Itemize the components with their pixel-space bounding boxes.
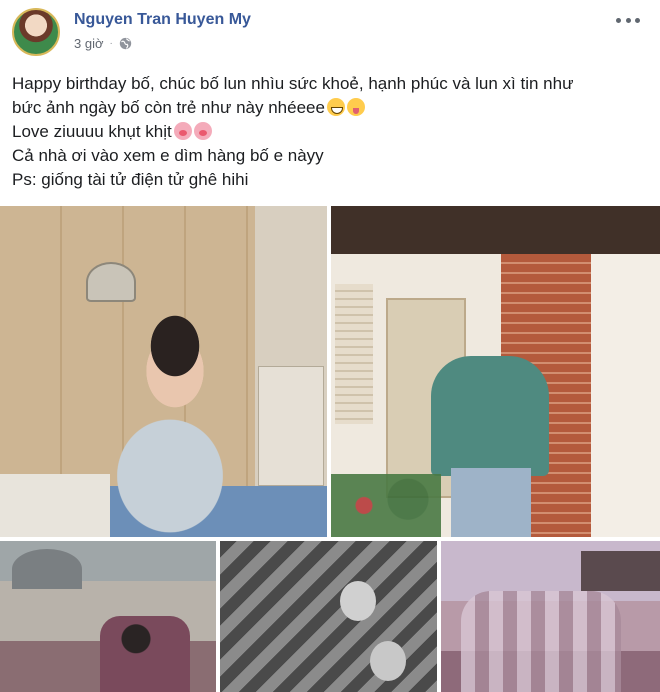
post-header: Nguyen Tran Huyen My 3 giờ · — [12, 8, 648, 56]
face-shape — [340, 581, 376, 621]
post-line-3: Love ziuuuu khụt khịt — [12, 120, 648, 144]
face-shape — [370, 641, 406, 681]
roof-shape — [581, 551, 660, 591]
shutter-shape — [335, 284, 373, 424]
post-timestamp[interactable]: 3 giờ — [74, 36, 104, 51]
people-shape — [100, 616, 190, 692]
grinning-face-emoji — [326, 98, 345, 116]
dome-shape — [12, 549, 82, 589]
globe-icon[interactable] — [119, 37, 132, 50]
plant-shape — [331, 474, 441, 537]
photo-crowd[interactable] — [441, 541, 660, 692]
post-line-5: Ps: giống tài tử điện tử ghê hihi — [12, 170, 249, 189]
crowd-shape — [461, 591, 621, 692]
post-line-1: Happy birthday bố, chúc bố lun nhìu sức … — [12, 74, 574, 93]
post-line-4: Cả nhà ơi vào xem e dìm hàng bố e nàyy — [12, 146, 324, 165]
post-line-2: bức ảnh ngày bố còn trẻ như này nhéeee — [12, 96, 648, 120]
man-jeans-shape — [451, 468, 531, 537]
author-avatar[interactable] — [12, 8, 60, 56]
photo-standing-young-man[interactable] — [331, 206, 660, 537]
photo-office-young-man[interactable] — [0, 206, 327, 537]
author-name[interactable]: Nguyen Tran Huyen My — [74, 11, 251, 29]
pig-nose-emoji — [193, 122, 212, 140]
photo-black-white[interactable] — [220, 541, 437, 692]
photo-grid — [0, 206, 660, 692]
squinting-tongue-emoji — [346, 98, 365, 116]
pillar-shape — [591, 254, 660, 537]
lamp-shape — [86, 262, 136, 302]
desk-shape — [0, 474, 110, 537]
photo-city-group[interactable] — [0, 541, 216, 692]
post-meta: 3 giờ · — [74, 36, 132, 51]
post-message: Happy birthday bố, chúc bố lun nhìu sức … — [12, 72, 648, 192]
man-shirt-shape — [431, 356, 549, 476]
pig-nose-emoji — [173, 122, 192, 140]
key-board-shape — [258, 366, 324, 486]
more-options-icon[interactable] — [616, 12, 640, 28]
separator-dot: · — [109, 38, 113, 49]
roof-shape — [331, 206, 660, 254]
